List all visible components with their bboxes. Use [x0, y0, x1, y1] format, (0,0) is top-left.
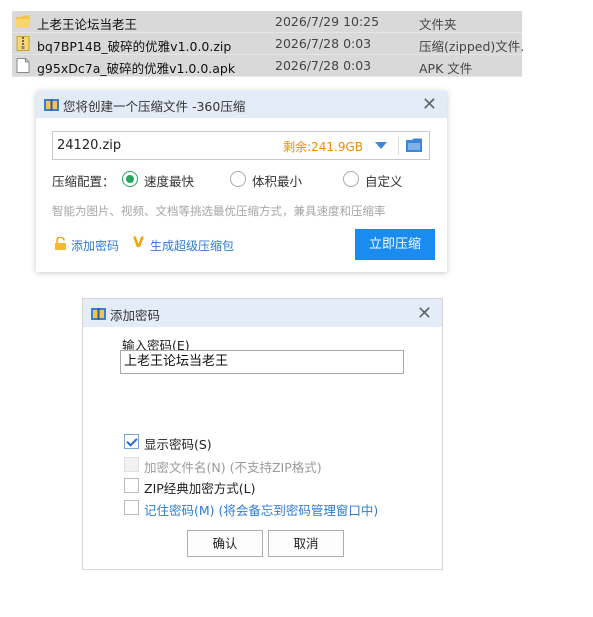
- ok-button[interactable]: 确认: [187, 530, 263, 557]
- vip-icon: V: [133, 235, 144, 251]
- checkbox-label: 显示密码(S): [144, 437, 212, 452]
- folder-browse-icon[interactable]: [406, 138, 422, 152]
- compress-dialog: 您将创建一个压缩文件 -360压缩 ✕ 24120.zip 剩余:241.9GB…: [36, 91, 447, 272]
- super-pack-label: 生成超级压缩包: [150, 239, 235, 253]
- file-row[interactable]: bq7BP14B_破碎的优雅v1.0.0.zip 2026/7/28 0:03 …: [12, 33, 523, 55]
- file-list: 上老王论坛当老王 2026/7/29 10:25 文件夹 bq7BP14B_破碎…: [12, 11, 523, 77]
- file-date: 2026/7/28 0:03: [275, 36, 372, 51]
- output-filename[interactable]: 24120.zip: [57, 138, 121, 153]
- file-date: 2026/7/28 0:03: [275, 58, 372, 73]
- chevron-down-icon[interactable]: [375, 142, 387, 149]
- checkbox-icon: [124, 500, 139, 515]
- file-icon: [16, 58, 30, 73]
- add-password-label: 添加密码: [71, 239, 120, 253]
- folder-icon: [16, 15, 30, 28]
- divider: [398, 136, 399, 155]
- file-type: 压缩(zipped)文件...: [419, 39, 523, 54]
- output-path-field[interactable]: 24120.zip 剩余:241.9GB: [52, 131, 430, 160]
- cancel-button[interactable]: 取消: [268, 530, 344, 557]
- checkbox-label: ZIP经典加密方式(L): [144, 481, 256, 496]
- radio-label: 自定义: [365, 174, 403, 189]
- archive-app-icon: [44, 99, 59, 111]
- radio-selected-icon: [122, 171, 138, 187]
- close-icon[interactable]: ✕: [417, 303, 432, 324]
- checkbox-label: 加密文件名(N) (不支持ZIP格式): [144, 460, 322, 475]
- file-date: 2026/7/29 10:25: [275, 14, 380, 29]
- close-icon[interactable]: ✕: [422, 94, 437, 115]
- dialog-title-bar[interactable]: 您将创建一个压缩文件 -360压缩 ✕: [36, 91, 447, 118]
- radio-label: 体积最小: [252, 174, 303, 189]
- file-type: 文件夹: [419, 17, 457, 32]
- archive-app-icon: [91, 308, 106, 320]
- add-password-dialog: 添加密码 ✕ 输入密码(E) 上老王论坛当老王 显示密码(S) 加密文件名(N)…: [82, 298, 443, 570]
- file-row[interactable]: g95xDc7a_破碎的优雅v1.0.0.apk 2026/7/28 0:03 …: [12, 55, 522, 77]
- zip-file-icon: [16, 36, 30, 51]
- compress-hint: 智能为图片、视频、文档等挑选最优压缩方式，兼具速度和压缩率: [52, 204, 386, 218]
- free-space-label: 剩余:241.9GB: [283, 140, 363, 154]
- file-name: 上老王论坛当老王: [37, 17, 138, 32]
- checkbox-icon: [124, 478, 139, 493]
- file-type: APK 文件: [419, 61, 473, 76]
- radio-icon: [343, 171, 359, 187]
- radio-icon: [230, 171, 246, 187]
- file-name: bq7BP14B_破碎的优雅v1.0.0.zip: [37, 39, 232, 54]
- compress-now-button[interactable]: 立即压缩: [355, 229, 435, 260]
- file-name: g95xDc7a_破碎的优雅v1.0.0.apk: [37, 61, 236, 76]
- lock-icon: [55, 237, 66, 250]
- checkbox-checked-icon: [124, 434, 139, 449]
- dialog-title-bar[interactable]: 添加密码 ✕: [83, 299, 442, 327]
- compress-config-label: 压缩配置：: [52, 174, 115, 189]
- checkbox-label: 记住密码(M) (将会备忘到密码管理窗口中): [144, 503, 379, 518]
- dialog-title: 添加密码: [110, 308, 161, 323]
- radio-label: 速度最快: [144, 174, 195, 189]
- file-row[interactable]: 上老王论坛当老王 2026/7/29 10:25 文件夹: [12, 11, 522, 33]
- password-input[interactable]: 上老王论坛当老王: [120, 350, 404, 374]
- dialog-title: 您将创建一个压缩文件 -360压缩: [63, 99, 246, 114]
- checkbox-icon: [124, 457, 139, 472]
